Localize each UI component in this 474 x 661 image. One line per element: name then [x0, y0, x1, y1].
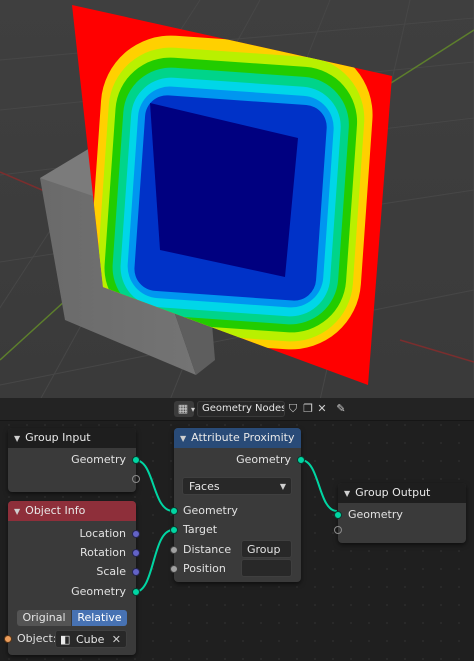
proximity-target-socket[interactable] — [170, 526, 178, 534]
collapse-arrow-icon[interactable]: ▼ — [14, 507, 20, 516]
object-info-rotation-label: Rotation — [79, 546, 126, 559]
object-info-rotation-socket[interactable] — [132, 549, 140, 557]
object-cube-icon: ◧ — [60, 633, 71, 646]
group-input-virtual-socket[interactable] — [132, 475, 140, 483]
viewport-scene — [0, 0, 474, 398]
node-tree-name-field[interactable]: Geometry Nodes — [197, 401, 285, 417]
group-input-node-header[interactable]: ▼ Group Input — [8, 428, 136, 448]
mode-dropdown-value: Faces — [189, 480, 220, 493]
attribute-proximity-title: Attribute Proximity — [191, 431, 295, 444]
object-info-scale-label: Scale — [96, 565, 126, 578]
proximity-geometry-output-label: Geometry — [236, 453, 291, 466]
proximity-position-label: Position — [183, 562, 226, 575]
attribute-proximity-node[interactable]: ▼ Attribute Proximity Geometry Faces ▼ Ge… — [170, 428, 305, 582]
proximity-geometry-input-label: Geometry — [183, 504, 238, 517]
relative-button[interactable]: Relative — [72, 610, 127, 626]
proximity-position-socket[interactable] — [170, 565, 178, 573]
object-info-node-header[interactable]: ▼ Object Info — [8, 501, 136, 521]
clear-icon[interactable]: ✕ — [112, 631, 121, 649]
object-info-geometry-socket[interactable] — [132, 588, 140, 596]
proximity-distance-socket[interactable] — [170, 546, 178, 554]
group-output-node-header[interactable]: ▼ Group Output — [338, 483, 466, 503]
object-input-socket[interactable] — [4, 635, 12, 643]
group-input-node[interactable]: ▼ Group Input Geometry — [8, 428, 140, 492]
close-icon[interactable]: ✕ — [315, 402, 329, 416]
object-field-value: Cube — [76, 633, 105, 646]
distance-attribute-field[interactable]: Group — [241, 540, 292, 558]
proximity-geometry-input-socket[interactable] — [170, 507, 178, 515]
object-info-scale-socket[interactable] — [132, 568, 140, 576]
position-attribute-field[interactable] — [241, 559, 292, 577]
original-button[interactable]: Original — [17, 610, 71, 626]
link-group-input-to-proximity — [134, 459, 174, 512]
mode-dropdown[interactable]: Faces ▼ — [182, 477, 292, 495]
link-object-info-to-target — [134, 529, 174, 593]
collapse-arrow-icon[interactable]: ▼ — [344, 489, 350, 498]
group-output-title: Group Output — [355, 486, 431, 499]
object-info-title: Object Info — [25, 504, 86, 517]
chevron-down-icon: ▼ — [279, 482, 286, 491]
object-info-location-socket[interactable] — [132, 530, 140, 538]
pin-icon[interactable]: ✎ — [334, 402, 348, 416]
group-output-geometry-socket[interactable] — [334, 511, 342, 519]
collapse-arrow-icon[interactable]: ▼ — [180, 434, 186, 443]
group-output-node[interactable]: ▼ Group Output Geometry — [334, 483, 466, 543]
group-input-title: Group Input — [25, 431, 91, 444]
proximity-distance-label: Distance — [183, 543, 232, 556]
node-editor[interactable]: ▦ ▾ Geometry Nodes ⛉ ❐ ✕ ✎ ▼ Group Input … — [0, 398, 474, 661]
group-input-geometry-label: Geometry — [71, 453, 126, 466]
3d-viewport[interactable] — [0, 0, 474, 398]
fake-user-shield-icon[interactable]: ⛉ — [286, 402, 300, 416]
transform-space-toggle: Original Relative — [17, 610, 127, 626]
attribute-proximity-node-header[interactable]: ▼ Attribute Proximity — [174, 428, 301, 448]
object-info-location-label: Location — [79, 527, 126, 540]
object-info-node[interactable]: ▼ Object Info Location Rotation Scale Geo… — [4, 501, 140, 655]
group-output-virtual-socket[interactable] — [334, 526, 342, 534]
collapse-arrow-icon[interactable]: ▼ — [14, 434, 20, 443]
link-proximity-to-group-output — [300, 459, 338, 512]
object-info-geometry-label: Geometry — [71, 585, 126, 598]
group-output-geometry-label: Geometry — [348, 508, 403, 521]
object-field[interactable]: ◧ Cube ✕ — [55, 630, 127, 648]
proximity-target-label: Target — [183, 523, 218, 536]
node-editor-header: ▦ ▾ Geometry Nodes ⛉ ❐ ✕ ✎ — [0, 398, 474, 421]
copy-icon[interactable]: ❐ — [301, 402, 315, 416]
group-input-geometry-socket[interactable] — [132, 456, 140, 464]
object-label: Object: — [17, 632, 57, 645]
proximity-geometry-output-socket[interactable] — [297, 456, 305, 464]
